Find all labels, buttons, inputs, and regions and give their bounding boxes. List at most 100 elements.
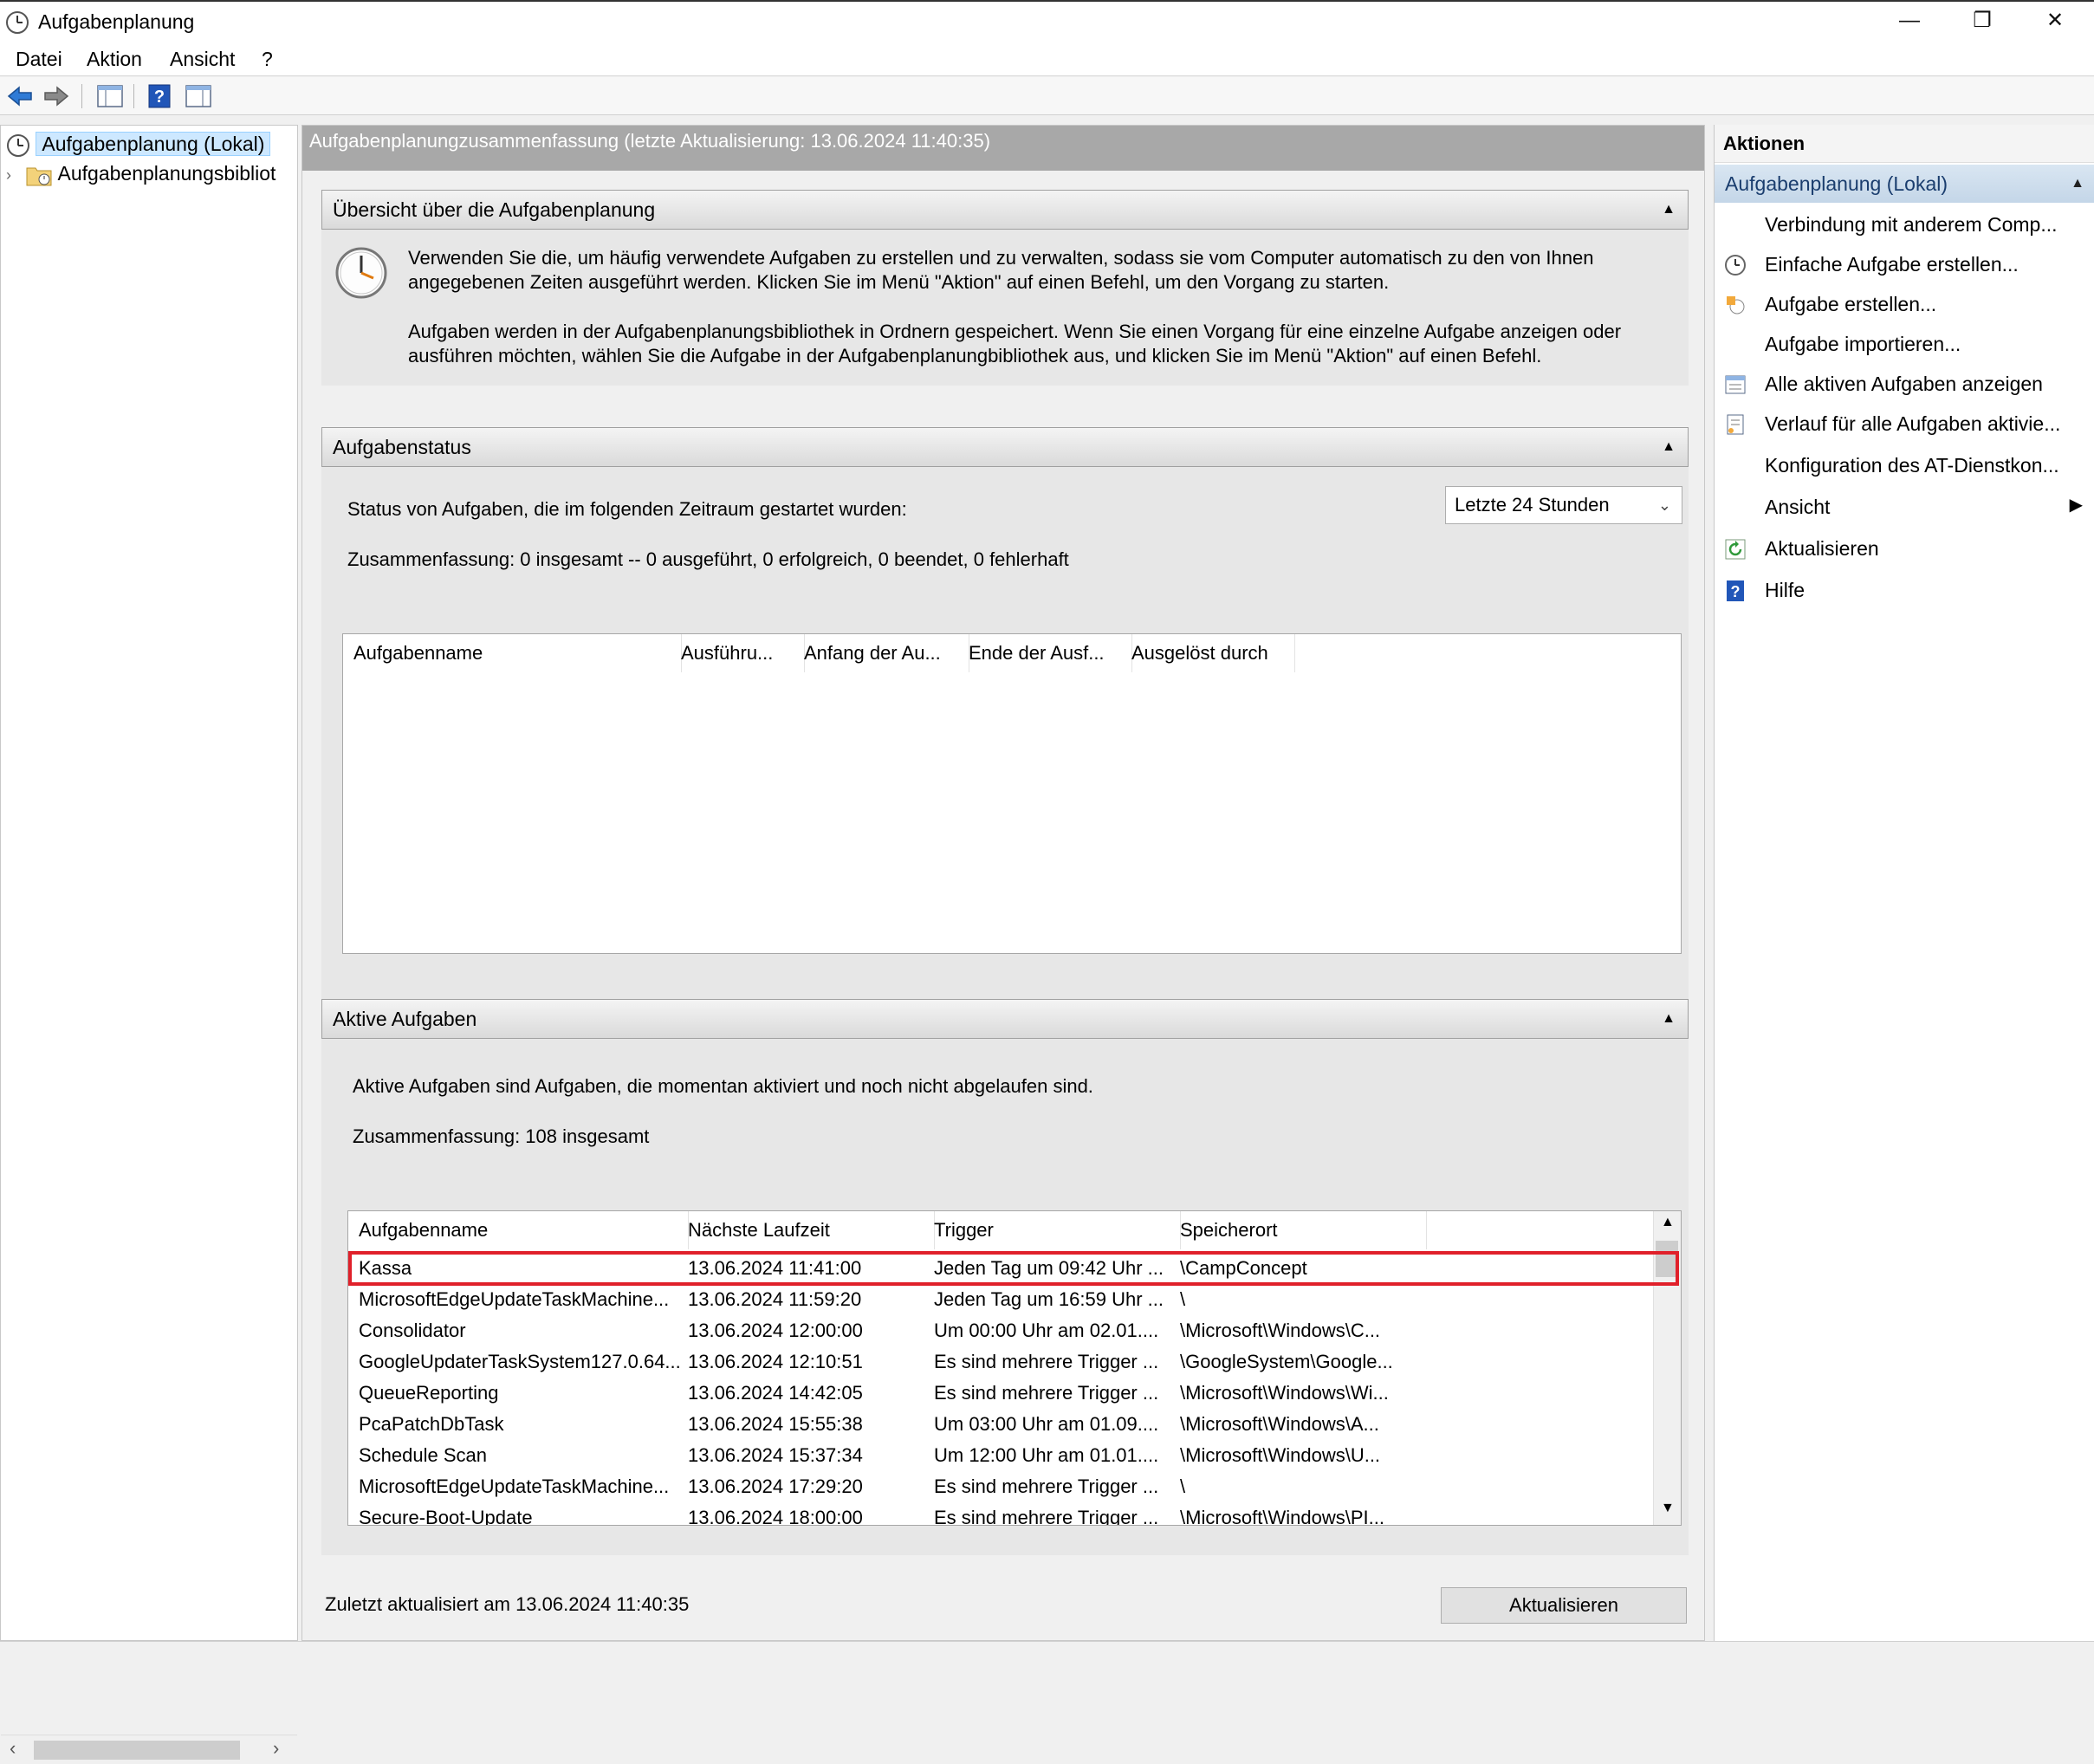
chevron-right-icon[interactable]: › (6, 166, 11, 184)
task-status-list[interactable]: Aufgabenname Ausführu... Anfang der Au..… (342, 633, 1682, 954)
active-tasks-list[interactable]: Aufgabenname Nächste Laufzeit Trigger Sp… (347, 1210, 1682, 1526)
action-label: Konfiguration des AT-Dienstkon... (1765, 454, 2059, 477)
table-row[interactable]: MicrosoftEdgeUpdateTaskMachine... 13.06.2… (348, 1284, 1665, 1315)
tree-item-aufgabenplanung-lokal[interactable]: Aufgabenplanung (Lokal) (6, 129, 271, 159)
tree-item-label: Aufgabenplanungsbibliot (57, 162, 276, 185)
table-row[interactable]: QueueReporting 13.06.2024 14:42:05 Es sind… (348, 1378, 1665, 1409)
list-icon (1725, 375, 1746, 394)
summary-header: Aufgabenplanungzusammenfassung (letzte A… (302, 126, 1704, 171)
table-cell: 13.06.2024 18:00:00 (688, 1507, 863, 1526)
help-icon[interactable]: ? (146, 82, 175, 110)
active-section-header[interactable]: Aktive Aufgaben ▲ (321, 999, 1689, 1039)
table-cell: Jeden Tag um 16:59 Uhr ... (934, 1288, 1164, 1310)
table-cell: Um 03:00 Uhr am 01.09.... (934, 1413, 1159, 1435)
action-item[interactable]: Ansicht ▶ (1715, 487, 2094, 527)
action-label: Aufgabe importieren... (1765, 333, 1961, 355)
summary-pane: Aufgabenplanungzusammenfassung (letzte A… (301, 125, 1705, 1641)
console-tree: Aufgabenplanung (Lokal) › Aufgabenplanun… (0, 125, 298, 1764)
table-cell: Um 00:00 Uhr am 02.01.... (934, 1320, 1159, 1341)
collapse-caret-icon[interactable]: ▲ (1662, 191, 1676, 229)
table-row[interactable]: Secure-Boot-Update 13.06.2024 18:00:00 Es … (348, 1502, 1665, 1526)
maximize-button[interactable]: ❐ (1951, 2, 2013, 40)
scrollbar-thumb[interactable] (34, 1741, 240, 1760)
collapse-caret-icon[interactable]: ▲ (1662, 1000, 1676, 1038)
action-item[interactable]: Alle aktiven Aufgaben anzeigen (1715, 364, 2094, 404)
collapse-caret-icon[interactable]: ▲ (2071, 165, 2084, 203)
refresh-button[interactable]: Aktualisieren (1441, 1587, 1687, 1624)
last-updated-text: Zuletzt aktualisiert am 13.06.2024 11:40… (325, 1593, 690, 1615)
overview-section-body: Verwenden Sie die, um häufig verwendete … (321, 230, 1689, 386)
action-label: Aktualisieren (1765, 537, 1879, 560)
table-row[interactable]: PcaPatchDbTask 13.06.2024 15:55:38 Um 03:0… (348, 1409, 1665, 1440)
column-header[interactable]: Trigger (924, 1211, 1181, 1249)
action-item[interactable]: Aufgabe erstellen... (1715, 284, 2094, 324)
section-title: Aufgabenstatus (333, 436, 471, 458)
table-cell: 13.06.2024 17:29:20 (688, 1475, 863, 1497)
horizontal-scrollbar[interactable]: ‹ › (1, 1735, 297, 1764)
table-cell: \Microsoft\Windows\A... (1180, 1413, 1379, 1435)
menu-help[interactable]: ? (256, 45, 278, 73)
table-cell: QueueReporting (359, 1382, 499, 1404)
submenu-arrow-icon: ▶ (2069, 496, 2083, 515)
action-item[interactable]: Verlauf für alle Aufgaben aktivie... (1715, 404, 2094, 444)
svg-text:?: ? (154, 88, 165, 107)
table-cell: Schedule Scan (359, 1444, 487, 1466)
action-label: Aufgabe erstellen... (1765, 293, 1937, 315)
collapse-caret-icon[interactable]: ▲ (1662, 428, 1676, 466)
window-title: Aufgabenplanung (38, 10, 195, 33)
status-summary: Zusammenfassung: 0 insgesamt -- 0 ausgef… (347, 548, 1069, 570)
scroll-right-icon[interactable]: › (273, 1737, 279, 1760)
actions-group-header[interactable]: Aufgabenplanung (Lokal) ▲ (1715, 165, 2094, 203)
period-label: Status von Aufgaben, die im folgenden Ze… (347, 498, 907, 520)
column-header[interactable]: Nächste Laufzeit (677, 1211, 935, 1249)
table-cell: Consolidator (359, 1320, 466, 1341)
table-row[interactable]: MicrosoftEdgeUpdateTaskMachine... 13.06.2… (348, 1471, 1665, 1502)
column-header[interactable]: Aufgabenname (343, 634, 682, 672)
menu-ansicht[interactable]: Ansicht (165, 45, 240, 73)
action-item[interactable]: Aktualisieren (1715, 529, 2094, 568)
action-item[interactable]: Aufgabe importieren... (1715, 324, 2094, 364)
action-item[interactable]: Verbindung mit anderem Comp... (1715, 204, 2094, 244)
menu-aktion[interactable]: Aktion (81, 45, 147, 73)
scroll-down-icon[interactable]: ▼ (1661, 1501, 1675, 1516)
scroll-left-icon[interactable]: ‹ (10, 1737, 16, 1760)
table-row[interactable]: GoogleUpdaterTaskSystem127.0.64... 13.06.… (348, 1346, 1665, 1378)
minimize-button[interactable]: — (1878, 2, 1941, 40)
action-item[interactable]: ? Hilfe (1715, 570, 2094, 610)
table-cell: Es sind mehrere Trigger ... (934, 1382, 1159, 1404)
column-header[interactable]: Ausführu... (671, 634, 805, 672)
table-cell: 13.06.2024 12:00:00 (688, 1320, 863, 1341)
forward-arrow-icon[interactable] (42, 82, 71, 110)
column-header[interactable]: Ausgelöst durch (1121, 634, 1295, 672)
scroll-up-icon[interactable]: ▲ (1661, 1215, 1675, 1230)
console-tree-icon[interactable] (95, 82, 125, 110)
table-cell: 13.06.2024 12:10:51 (688, 1351, 863, 1372)
column-header[interactable]: Anfang der Au... (794, 634, 969, 672)
table-cell: MicrosoftEdgeUpdateTaskMachine... (359, 1475, 670, 1497)
table-cell: \Microsoft\Windows\U... (1180, 1444, 1381, 1466)
action-label: Hilfe (1765, 579, 1806, 601)
status-section-header[interactable]: Aufgabenstatus ▲ (321, 427, 1689, 467)
column-header[interactable]: Ende der Ausf... (958, 634, 1132, 672)
period-dropdown[interactable]: Letzte 24 Stunden ⌄ (1445, 486, 1682, 524)
refresh-icon (1725, 539, 1746, 560)
column-header[interactable]: Aufgabenname (348, 1211, 689, 1249)
folder-clock-icon (26, 167, 52, 186)
tree-item-library[interactable]: › Aufgabenplanungsbibliot (6, 159, 276, 188)
close-button[interactable]: ✕ (2024, 2, 2086, 40)
section-title: Aktive Aufgaben (333, 1008, 477, 1030)
back-arrow-icon[interactable] (5, 82, 35, 110)
overview-section-header[interactable]: Übersicht über die Aufgabenplanung ▲ (321, 190, 1689, 230)
table-row[interactable]: Schedule Scan 13.06.2024 15:37:34 Um 12:00… (348, 1440, 1665, 1471)
table-cell: \Microsoft\Windows\Wi... (1180, 1382, 1389, 1404)
action-item[interactable]: Konfiguration des AT-Dienstkon... (1715, 445, 2094, 485)
table-row[interactable]: Consolidator 13.06.2024 12:00:00 Um 00:00 … (348, 1315, 1665, 1346)
column-header[interactable]: Speicherort (1170, 1211, 1427, 1249)
active-description: Aktive Aufgaben sind Aufgaben, die momen… (353, 1075, 1093, 1097)
help-icon: ? (1727, 580, 1744, 601)
action-pane-icon[interactable] (184, 82, 213, 110)
menu-datei[interactable]: Datei (10, 45, 68, 73)
group-title: Aufgabenplanung (Lokal) (1725, 172, 1948, 195)
table-cell: \GoogleSystem\Google... (1180, 1351, 1393, 1372)
action-item[interactable]: Einfache Aufgabe erstellen... (1715, 244, 2094, 284)
